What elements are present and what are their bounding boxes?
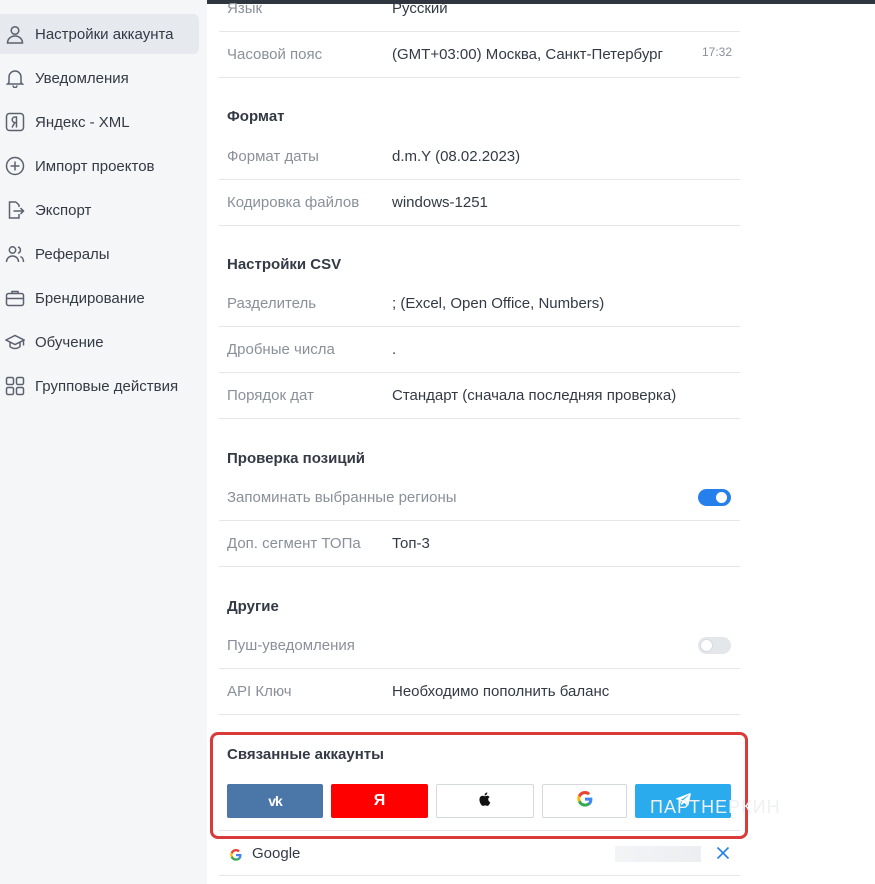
sidebar-item-notifications[interactable]: Уведомления [0, 58, 199, 98]
sidebar-item-yandex-xml[interactable]: Яндекс - XML [0, 102, 199, 142]
date-order-value: Стандарт (сначала последняя проверка) [392, 387, 677, 404]
sidebar-item-label: Экспорт [35, 201, 92, 219]
yandex-icon [5, 112, 25, 132]
sidebar-item-label: Настройки аккаунта [35, 25, 174, 43]
apple-icon [477, 791, 493, 811]
settings-sidebar: Настройки аккаунта Уведомления Яндекс - … [0, 0, 207, 884]
remember-regions-toggle[interactable] [698, 489, 731, 506]
watermark: ПАРТНЕРКИН [650, 797, 781, 817]
api-key-row[interactable]: API Ключ Необходимо пополнить баланс [219, 669, 740, 715]
sidebar-item-label: Импорт проектов [35, 157, 155, 175]
separator-value: ; (Excel, Open Office, Numbers) [392, 295, 605, 312]
sidebar-item-label: Уведомления [35, 69, 129, 87]
sidebar-item-label: Обучение [35, 333, 104, 351]
timezone-row[interactable]: Часовой пояс (GMT+03:00) Москва, Санкт-П… [219, 32, 740, 78]
plus-circle-icon [5, 156, 25, 176]
decimals-label: Дробные числа [227, 341, 335, 358]
sidebar-item-branding[interactable]: Брендирование [0, 278, 199, 318]
separator-row[interactable]: Разделитель ; (Excel, Open Office, Numbe… [219, 281, 740, 327]
sidebar-item-referrals[interactable]: Рефералы [0, 234, 199, 274]
encoding-row[interactable]: Кодировка файлов windows-1251 [219, 180, 740, 226]
language-label: Язык [227, 0, 263, 17]
linked-account-provider: Google [252, 845, 301, 862]
language-value: Русский [392, 0, 448, 17]
briefcase-icon [5, 288, 25, 308]
linked-divider [219, 830, 740, 831]
sidebar-item-label: Рефералы [35, 245, 110, 263]
google-icon [230, 848, 242, 861]
remember-regions-label: Запоминать выбранные регионы [227, 489, 457, 506]
separator-label: Разделитель [227, 295, 317, 312]
linked-account-row: Google [219, 832, 740, 876]
sidebar-item-import-projects[interactable]: Импорт проектов [0, 146, 199, 186]
format-section-title: Формат [227, 108, 285, 125]
graduation-cap-icon [5, 332, 25, 352]
sidebar-item-label: Брендирование [35, 289, 145, 307]
google-connect-button[interactable] [542, 784, 627, 818]
date-order-row[interactable]: Порядок дат Стандарт (сначала последняя … [219, 373, 740, 419]
sidebar-item-learning[interactable]: Обучение [0, 322, 199, 362]
decimals-value: . [392, 341, 397, 358]
date-order-label: Порядок дат [227, 387, 314, 404]
grid-icon [5, 376, 25, 396]
encoding-label: Кодировка файлов [227, 194, 360, 211]
sidebar-item-label: Групповые действия [35, 377, 179, 395]
toggle-knob [701, 640, 712, 651]
push-toggle[interactable] [698, 637, 731, 654]
decimals-row[interactable]: Дробные числа . [219, 327, 740, 373]
top-segment-row[interactable]: Доп. сегмент ТОПа Топ-3 [219, 521, 740, 567]
google-icon [576, 791, 593, 811]
push-label: Пуш-уведомления [227, 637, 355, 654]
sidebar-item-label: Яндекс - XML [35, 113, 130, 131]
sidebar-item-account-settings[interactable]: Настройки аккаунта [0, 14, 199, 54]
push-row: Пуш-уведомления [219, 623, 740, 669]
encoding-value: windows-1251 [392, 194, 488, 211]
user-icon [5, 24, 25, 44]
vk-icon: vk [268, 793, 283, 809]
yandex-icon: Я [373, 792, 386, 809]
close-icon[interactable] [716, 846, 730, 860]
language-row[interactable]: Язык Русский [219, 0, 740, 32]
other-section-title: Другие [227, 598, 279, 615]
top-segment-value: Топ-3 [392, 535, 430, 552]
vk-connect-button[interactable]: vk [227, 784, 323, 818]
apple-connect-button[interactable] [436, 784, 534, 818]
timezone-value: (GMT+03:00) Москва, Санкт-Петербург [392, 46, 663, 63]
date-format-label: Формат даты [227, 148, 319, 165]
export-icon [5, 200, 25, 220]
csv-section-title: Настройки CSV [227, 256, 342, 273]
date-format-row[interactable]: Формат даты d.m.Y (08.02.2023) [219, 134, 740, 180]
api-key-label: API Ключ [227, 683, 292, 700]
api-key-value: Необходимо пополнить баланс [392, 683, 610, 700]
sidebar-item-group-actions[interactable]: Групповые действия [0, 366, 199, 406]
sidebar-item-export[interactable]: Экспорт [0, 190, 199, 230]
positions-section-title: Проверка позиций [227, 450, 366, 467]
remember-regions-row: Запоминать выбранные регионы [219, 475, 740, 521]
bell-icon [5, 68, 25, 88]
top-segment-label: Доп. сегмент ТОПа [227, 535, 361, 552]
date-format-value: d.m.Y (08.02.2023) [392, 148, 521, 165]
linked-account-id-masked [615, 846, 701, 862]
toggle-knob [716, 492, 727, 503]
users-icon [5, 244, 25, 264]
timezone-current-time: 17:32 [701, 45, 732, 59]
yandex-connect-button[interactable]: Я [331, 784, 428, 818]
linked-accounts-title: Связанные аккаунты [227, 746, 384, 763]
timezone-label: Часовой пояс [227, 46, 323, 63]
